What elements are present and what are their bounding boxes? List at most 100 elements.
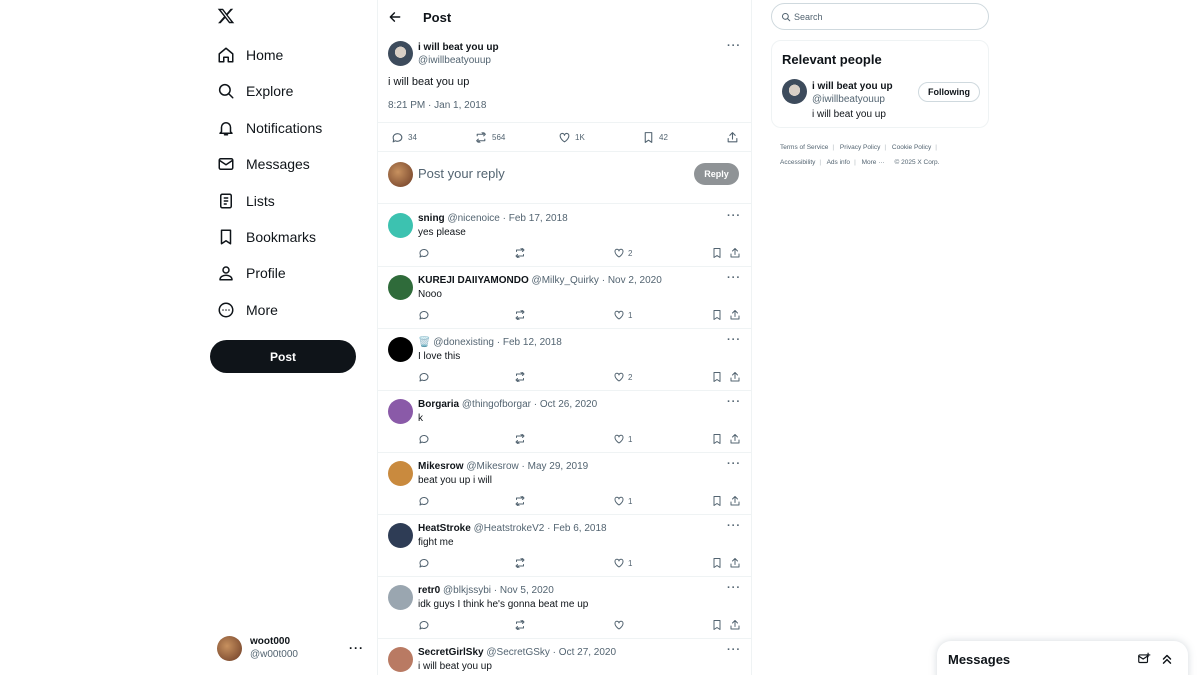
following-button[interactable]: Following: [918, 82, 980, 102]
post-button[interactable]: Post: [210, 340, 356, 373]
accessibility-link[interactable]: Accessibility: [780, 159, 815, 166]
reply-author-handle[interactable]: @blkjssybi: [443, 585, 491, 596]
avatar[interactable]: [782, 79, 807, 104]
reply-author-name[interactable]: KUREJI DAIIYAMONDO: [418, 275, 529, 286]
reply-action[interactable]: [418, 371, 433, 383]
reply-item[interactable]: KUREJI DAIIYAMONDO @Milky_Quirky · Nov 2…: [378, 267, 751, 329]
share-action[interactable]: [726, 131, 743, 144]
bookmark-action[interactable]: [711, 557, 726, 569]
repost-action[interactable]: [514, 247, 529, 259]
bookmark-action[interactable]: [711, 309, 726, 321]
reply-date[interactable]: Oct 26, 2020: [540, 399, 597, 410]
reply-date[interactable]: Nov 2, 2020: [608, 275, 662, 286]
reply-author-handle[interactable]: @Mikesrow: [466, 461, 518, 472]
ads-info-link[interactable]: Ads info: [827, 159, 851, 166]
nav-messages[interactable]: Messages: [216, 150, 310, 178]
more-dots-icon[interactable]: ···: [727, 582, 741, 594]
reply-author-handle[interactable]: @donexisting: [433, 337, 494, 348]
like-action[interactable]: 1: [613, 495, 632, 507]
reply-author-handle[interactable]: @Milky_Quirky: [532, 275, 599, 286]
reply-action[interactable]: [418, 433, 433, 445]
avatar[interactable]: [388, 399, 413, 424]
reply-item[interactable]: HeatStroke @HeatstrokeV2 · Feb 6, 2018 ··…: [378, 515, 751, 577]
expand-up-icon[interactable]: [1160, 652, 1174, 666]
reply-author-handle[interactable]: @HeatstrokeV2: [474, 523, 545, 534]
share-action[interactable]: [729, 433, 744, 445]
bookmark-action[interactable]: [711, 433, 726, 445]
reply-action[interactable]: [418, 619, 433, 631]
avatar[interactable]: [388, 523, 413, 548]
nav-bookmarks[interactable]: Bookmarks: [216, 223, 316, 251]
like-action[interactable]: 2: [613, 371, 632, 383]
more-link[interactable]: More ···: [862, 159, 885, 166]
reply-action[interactable]: [418, 495, 433, 507]
reply-author-name[interactable]: SecretGirlSky: [418, 647, 484, 658]
avatar[interactable]: [388, 337, 413, 362]
reply-date[interactable]: Feb 17, 2018: [509, 213, 568, 224]
reply-item[interactable]: sning @nicenoice · Feb 17, 2018 ··· yes pl…: [378, 205, 751, 267]
nav-home[interactable]: Home: [216, 41, 283, 69]
like-action[interactable]: 1: [613, 309, 632, 321]
share-action[interactable]: [729, 371, 744, 383]
avatar[interactable]: [388, 213, 413, 238]
repost-action[interactable]: [514, 371, 529, 383]
reply-author-handle[interactable]: @nicenoice: [447, 213, 499, 224]
like-action[interactable]: [613, 619, 628, 631]
like-action[interactable]: 1K: [558, 131, 585, 144]
post-timestamp[interactable]: 8:21 PM · Jan 1, 2018: [388, 100, 486, 111]
more-dots-icon[interactable]: ···: [727, 272, 741, 284]
person-name[interactable]: i will beat you up: [812, 81, 893, 92]
reply-button[interactable]: Reply: [694, 163, 739, 185]
nav-notifications[interactable]: Notifications: [216, 114, 322, 142]
reply-item[interactable]: Borgaria @thingofborgar · Oct 26, 2020 ··…: [378, 391, 751, 453]
avatar[interactable]: [388, 275, 413, 300]
share-action[interactable]: [729, 247, 744, 259]
like-action[interactable]: 1: [613, 433, 632, 445]
more-dots-icon[interactable]: ···: [727, 396, 741, 408]
reply-date[interactable]: Nov 5, 2020: [500, 585, 554, 596]
reply-author-handle[interactable]: @thingofborgar: [462, 399, 531, 410]
more-dots-icon[interactable]: ···: [727, 334, 741, 346]
reply-action[interactable]: [418, 557, 433, 569]
reply-author-name[interactable]: sning: [418, 213, 445, 224]
repost-action[interactable]: [514, 619, 529, 631]
reply-date[interactable]: Oct 27, 2020: [559, 647, 616, 658]
nav-explore[interactable]: Explore: [216, 77, 293, 105]
cookie-link[interactable]: Cookie Policy: [892, 144, 931, 151]
repost-action[interactable]: [514, 433, 529, 445]
repost-action[interactable]: [514, 495, 529, 507]
bookmark-action[interactable]: [711, 619, 726, 631]
repost-action[interactable]: 564: [474, 131, 505, 144]
person-handle[interactable]: @iwillbeatyouup: [812, 94, 885, 105]
bookmark-action[interactable]: [711, 495, 726, 507]
search-bar[interactable]: [771, 3, 989, 30]
reply-action[interactable]: 34: [391, 131, 417, 144]
like-action[interactable]: 1: [613, 557, 632, 569]
more-dots-icon[interactable]: ···: [727, 458, 741, 470]
reply-item[interactable]: Mikesrow @Mikesrow · May 29, 2019 ··· beat…: [378, 453, 751, 515]
reply-date[interactable]: Feb 12, 2018: [503, 337, 562, 348]
avatar[interactable]: [388, 41, 413, 66]
reply-item[interactable]: retr0 @blkjssybi · Nov 5, 2020 ··· idk guy…: [378, 577, 751, 639]
reply-author-name[interactable]: Borgaria: [418, 399, 459, 410]
nav-profile[interactable]: Profile: [216, 259, 286, 287]
share-action[interactable]: [729, 309, 744, 321]
bookmark-action[interactable]: [711, 371, 726, 383]
author-handle[interactable]: @iwillbeatyouup: [418, 55, 491, 66]
x-logo-icon[interactable]: [217, 7, 237, 27]
reply-item[interactable]: SecretGirlSky @SecretGSky · Oct 27, 2020…: [378, 639, 751, 675]
share-action[interactable]: [729, 619, 744, 631]
like-action[interactable]: 2: [613, 247, 632, 259]
more-dots-icon[interactable]: ···: [727, 210, 741, 222]
search-input[interactable]: [794, 11, 964, 22]
reply-date[interactable]: May 29, 2019: [528, 461, 589, 472]
reply-author-name[interactable]: HeatStroke: [418, 523, 471, 534]
reply-action[interactable]: [418, 309, 433, 321]
more-dots-icon[interactable]: ···: [727, 520, 741, 532]
bookmark-action[interactable]: [711, 247, 726, 259]
nav-lists[interactable]: Lists: [216, 187, 275, 215]
more-dots-icon[interactable]: ···: [727, 644, 741, 656]
avatar[interactable]: [388, 585, 413, 610]
reply-date[interactable]: Feb 6, 2018: [553, 523, 606, 534]
messages-drawer[interactable]: Messages: [937, 641, 1188, 675]
